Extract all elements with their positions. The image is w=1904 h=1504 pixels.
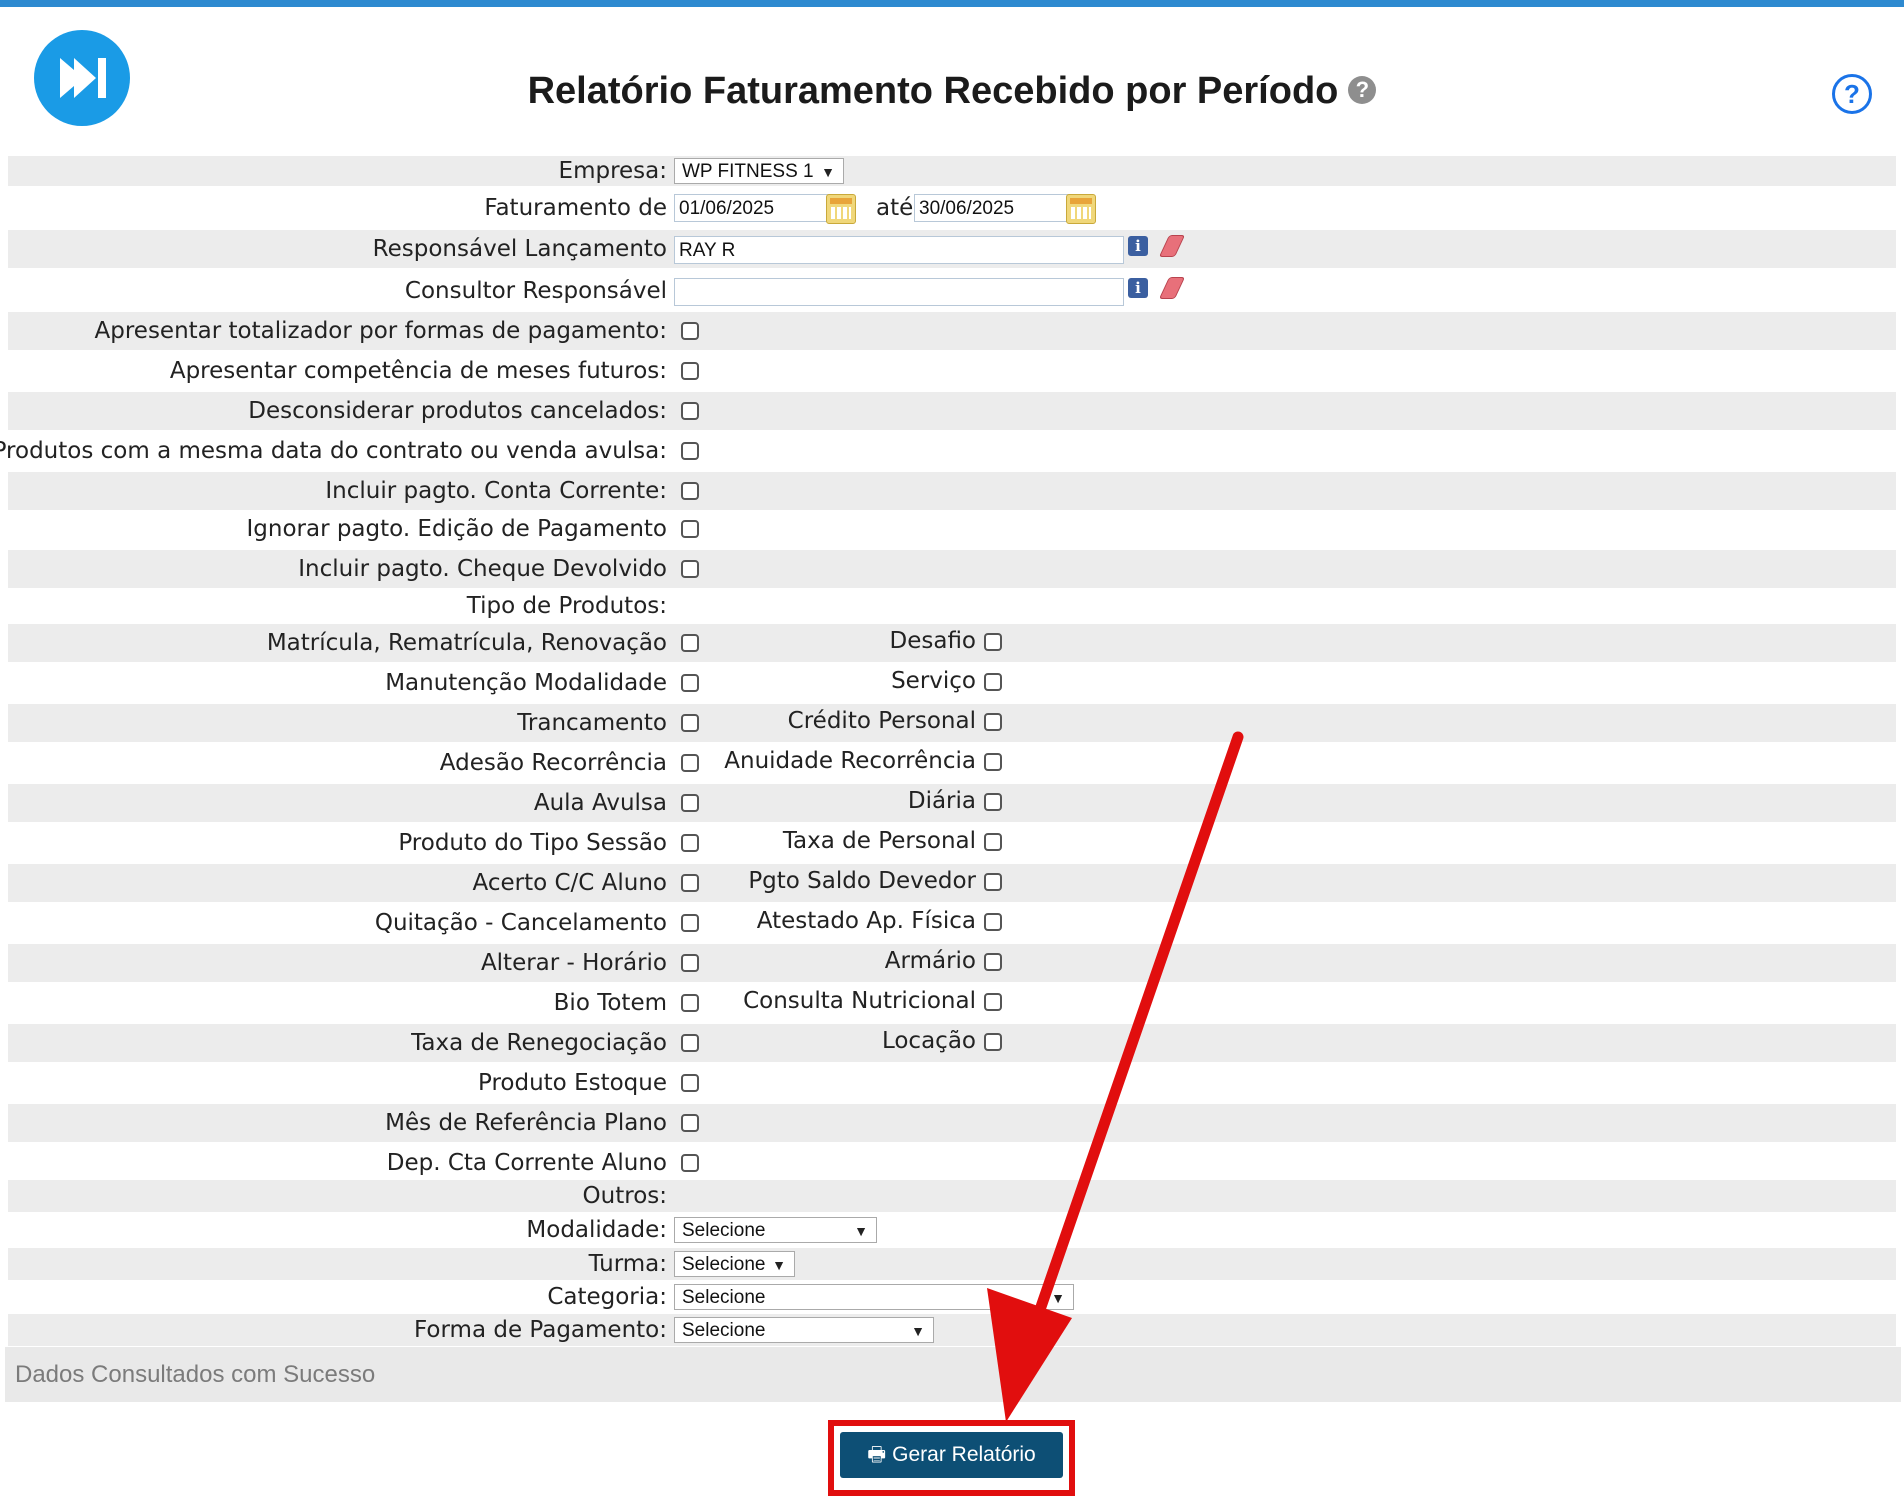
annotation-arrow [987, 731, 1244, 1422]
